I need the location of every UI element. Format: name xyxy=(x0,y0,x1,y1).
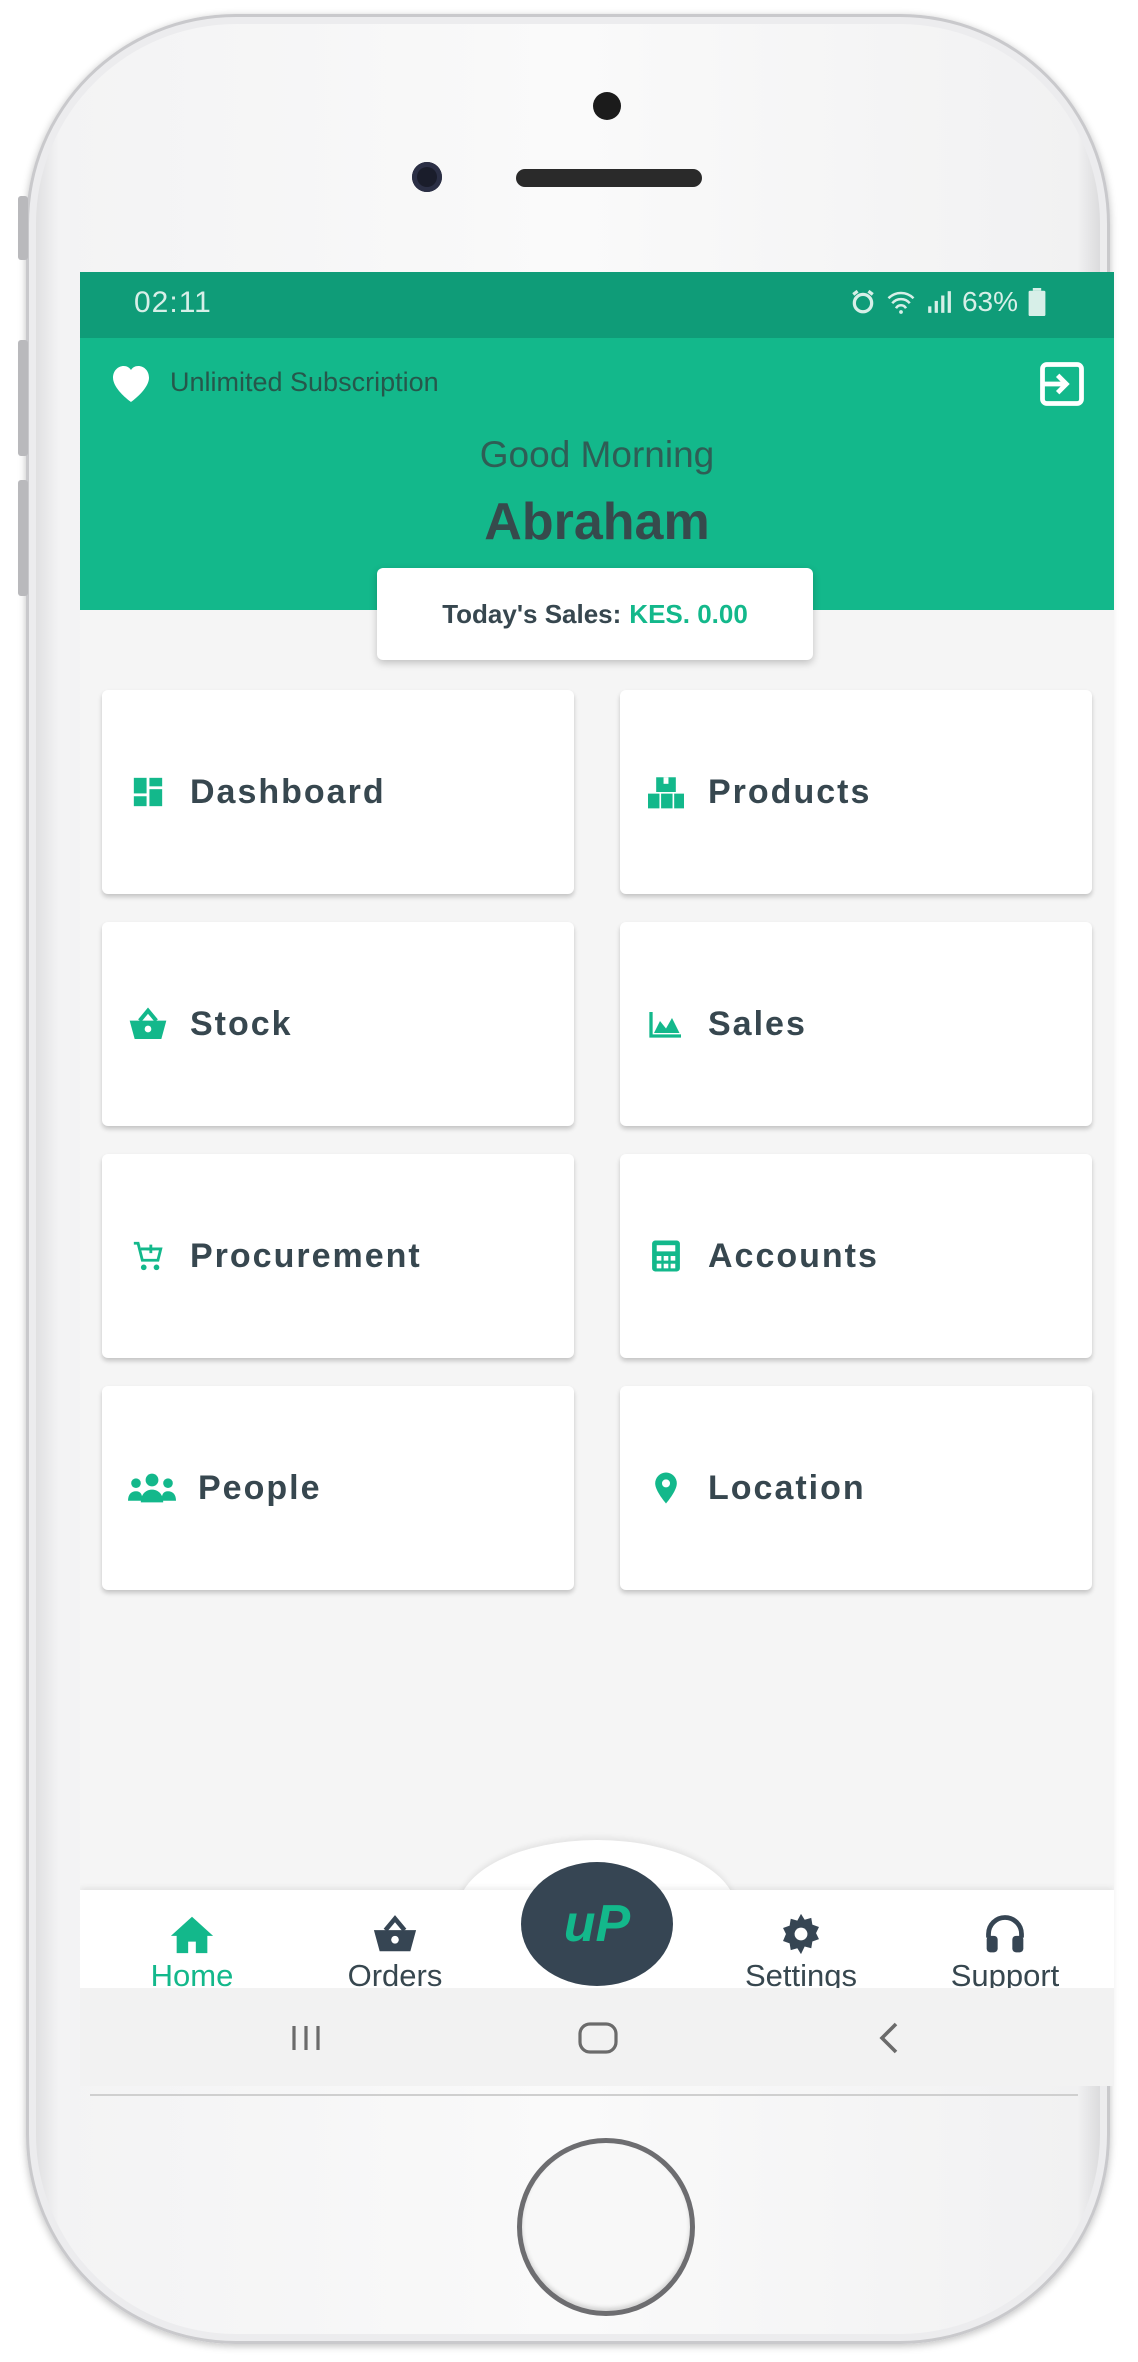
recent-apps-button[interactable] xyxy=(276,2008,336,2068)
heart-icon xyxy=(113,366,149,402)
wifi-icon xyxy=(887,291,915,314)
boxes-icon xyxy=(646,772,686,812)
tile-label: People xyxy=(198,1468,322,1507)
cart-plus-icon xyxy=(128,1236,168,1276)
system-nav-bar xyxy=(80,1988,1114,2086)
tile-label: Stock xyxy=(190,1004,293,1043)
dashboard-icon xyxy=(128,772,168,812)
tile-stock[interactable]: Stock xyxy=(102,922,574,1126)
system-home-button[interactable] xyxy=(568,2008,628,2068)
tile-label: Procurement xyxy=(190,1236,422,1275)
app-logo-text: uP xyxy=(563,1895,631,1953)
back-icon xyxy=(879,2022,898,2054)
app-screen: 02:11 63% Unlimited Subscription Good Mo… xyxy=(80,272,1114,2086)
tile-label: Location xyxy=(708,1468,866,1507)
battery-percent: 63% xyxy=(961,286,1018,317)
tile-label: Products xyxy=(708,772,872,811)
tile-label: Dashboard xyxy=(190,772,386,811)
volume-up-button xyxy=(18,340,28,456)
nav-orders[interactable]: Orders xyxy=(310,1912,480,1994)
nav-settings[interactable]: Settings xyxy=(716,1912,886,1994)
nav-support[interactable]: Support xyxy=(920,1912,1090,1994)
tile-accounts[interactable]: Accounts xyxy=(620,1154,1092,1358)
map-pin-icon xyxy=(646,1468,686,1508)
earpiece-speaker xyxy=(516,169,702,187)
system-home-icon xyxy=(578,2022,618,2054)
recent-apps-icon xyxy=(292,2026,320,2050)
tile-procurement[interactable]: Procurement xyxy=(102,1154,574,1358)
status-bar: 02:11 63% xyxy=(80,272,1114,338)
nav-home[interactable]: Home xyxy=(107,1912,277,1994)
tile-people[interactable]: People xyxy=(102,1386,574,1590)
back-button[interactable] xyxy=(858,2008,918,2068)
tile-products[interactable]: Products xyxy=(620,690,1092,894)
tile-sales[interactable]: Sales xyxy=(620,922,1092,1126)
alarm-icon xyxy=(852,289,874,314)
center-logo-button[interactable]: uP xyxy=(521,1862,673,1986)
proximity-sensor xyxy=(593,92,621,120)
battery-icon xyxy=(1028,288,1046,316)
tile-label: Accounts xyxy=(708,1236,879,1275)
gear-icon xyxy=(783,1913,819,1955)
home-icon xyxy=(170,1916,214,1954)
sales-label: Today's Sales: xyxy=(442,598,622,629)
front-camera xyxy=(412,162,442,192)
headset-icon xyxy=(986,1915,1024,1953)
status-time: 02:11 xyxy=(134,286,212,319)
basket-icon xyxy=(128,1004,168,1044)
status-icons: 63% xyxy=(850,286,1046,318)
home-button[interactable] xyxy=(517,2138,695,2316)
users-icon xyxy=(128,1468,176,1508)
greeting-text: Good Morning xyxy=(479,434,715,475)
tile-label: Sales xyxy=(708,1004,807,1043)
signal-icon xyxy=(928,291,951,313)
subscription-label: Unlimited Subscription xyxy=(170,366,439,397)
sales-value: KES. 0.00 xyxy=(629,598,748,629)
mute-switch xyxy=(18,196,28,260)
todays-sales-card: Today's Sales: KES. 0.00 xyxy=(377,568,813,660)
area-chart-icon xyxy=(646,1004,686,1044)
user-name: Abraham xyxy=(484,493,710,551)
basket-icon xyxy=(373,1915,417,1952)
calculator-icon xyxy=(646,1236,686,1276)
screen-bottom-divider xyxy=(90,2094,1078,2096)
subscription-row: Unlimited Subscription xyxy=(106,360,439,404)
tile-dashboard[interactable]: Dashboard xyxy=(102,690,574,894)
tile-location[interactable]: Location xyxy=(620,1386,1092,1590)
logout-icon[interactable] xyxy=(1036,358,1088,410)
volume-down-button xyxy=(18,480,28,596)
